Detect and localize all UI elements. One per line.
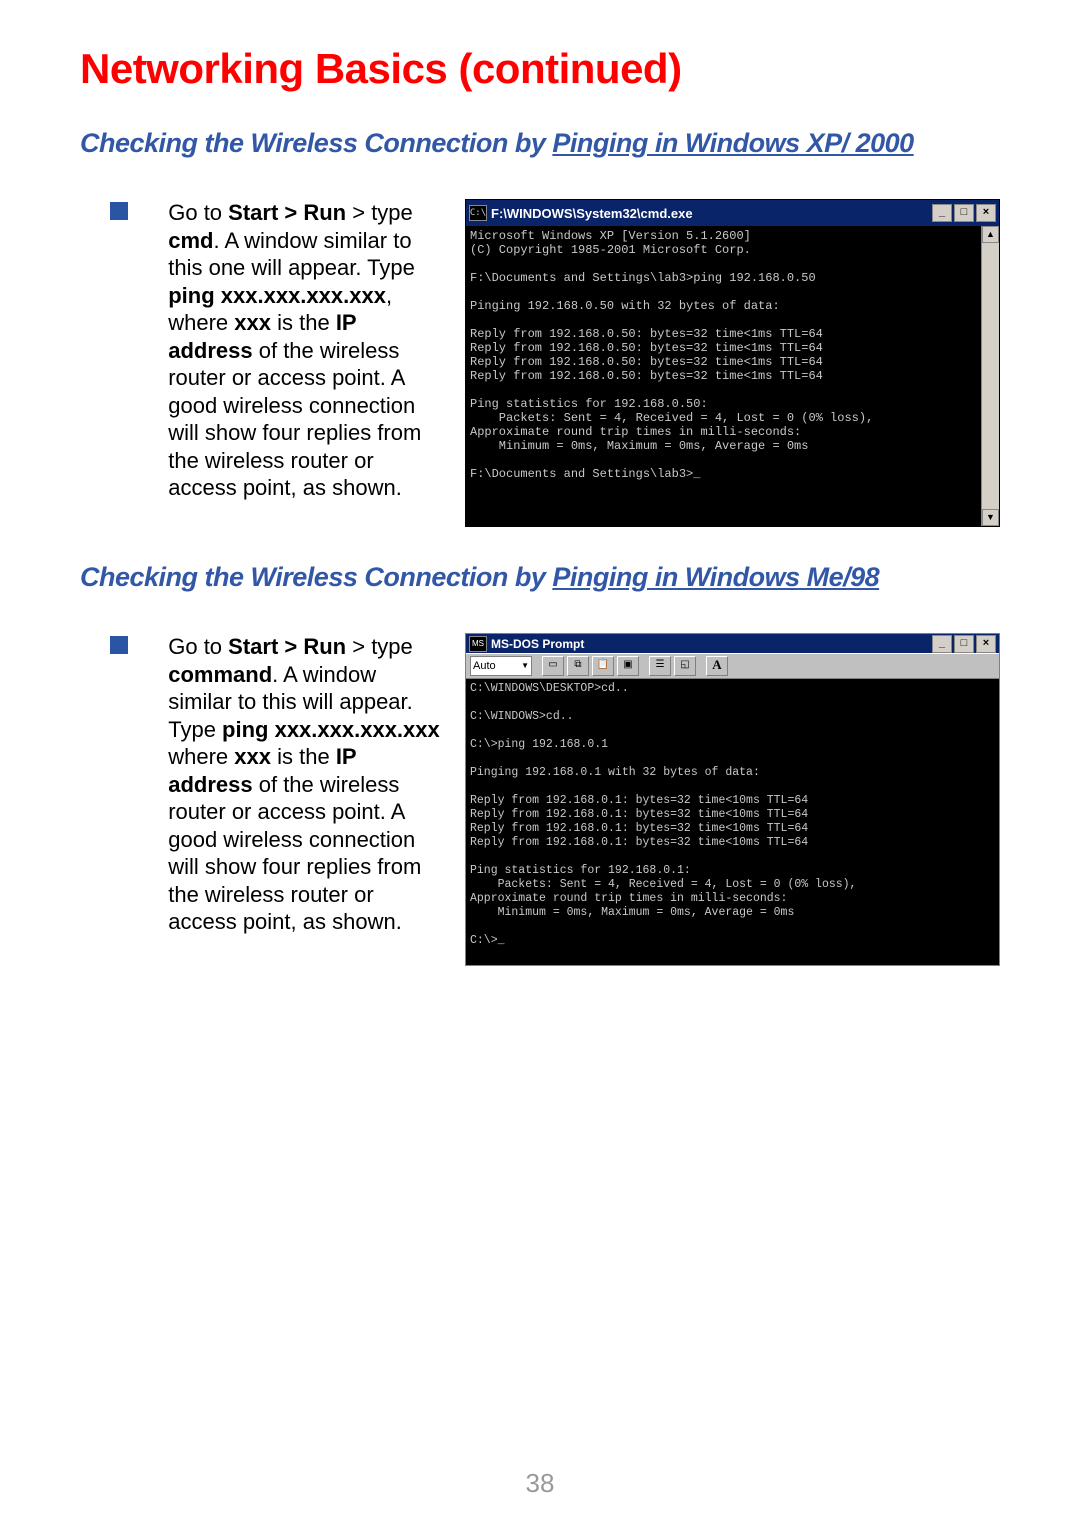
- scroll-up-button[interactable]: ▲: [982, 226, 999, 243]
- toolbar-paste-icon[interactable]: 📋: [592, 656, 614, 676]
- maximize-button[interactable]: □: [954, 635, 974, 653]
- dos-body: C:\WINDOWS\DESKTOP>cd.. C:\WINDOWS>cd.. …: [466, 679, 999, 965]
- cmd-titlebar: C:\ F:\WINDOWS\System32\cmd.exe _ □ ×: [466, 200, 999, 226]
- cmd-icon: C:\: [469, 205, 487, 221]
- toolbar-properties-icon[interactable]: ☰: [649, 656, 671, 676]
- page-title: Networking Basics (continued): [80, 45, 1000, 93]
- cmd-output: Microsoft Windows XP [Version 5.1.2600] …: [466, 226, 999, 540]
- close-button[interactable]: ×: [976, 635, 996, 653]
- bullet-icon: [110, 636, 128, 654]
- section1-heading: Checking the Wireless Connection by Ping…: [80, 128, 1000, 159]
- toolbar-background-icon[interactable]: ◱: [674, 656, 696, 676]
- scroll-down-button[interactable]: ▼: [982, 509, 999, 526]
- toolbar-fullscreen-icon[interactable]: ▣: [617, 656, 639, 676]
- toolbar-mark-icon[interactable]: ▭: [542, 656, 564, 676]
- section2-heading-pre: Checking the Wireless Connection by: [80, 562, 552, 592]
- section2-heading-ul: Pinging in Windows Me/98: [552, 562, 879, 592]
- cmd-title-text: F:\WINDOWS\System32\cmd.exe: [491, 206, 932, 221]
- bullet-icon: [110, 202, 128, 220]
- cmd-window: C:\ F:\WINDOWS\System32\cmd.exe _ □ × Mi…: [465, 199, 1000, 527]
- section1-heading-ul: Pinging in Windows XP/ 2000: [552, 128, 913, 158]
- minimize-button[interactable]: _: [932, 204, 952, 222]
- section2-body: Go to Start > Run > type command. A wind…: [168, 633, 440, 936]
- dos-font-select[interactable]: Auto▼: [470, 656, 532, 676]
- minimize-button[interactable]: _: [932, 635, 952, 653]
- section1: Go to Start > Run > type cmd. A window s…: [80, 199, 1000, 527]
- section1-heading-pre: Checking the Wireless Connection by: [80, 128, 552, 158]
- maximize-button[interactable]: □: [954, 204, 974, 222]
- toolbar-copy-icon[interactable]: ⧉: [567, 656, 589, 676]
- cmd-body: Microsoft Windows XP [Version 5.1.2600] …: [466, 226, 999, 526]
- scrollbar[interactable]: [981, 226, 999, 526]
- page-number: 38: [0, 1468, 1080, 1499]
- section2: Go to Start > Run > type command. A wind…: [80, 633, 1000, 966]
- dos-titlebar: MS MS-DOS Prompt _ □ ×: [466, 634, 999, 653]
- dos-title-text: MS-DOS Prompt: [491, 637, 932, 651]
- section1-body: Go to Start > Run > type cmd. A window s…: [168, 199, 440, 502]
- dos-window: MS MS-DOS Prompt _ □ × Auto▼ ▭ ⧉ 📋 ▣: [465, 633, 1000, 966]
- dos-output: C:\WINDOWS\DESKTOP>cd.. C:\WINDOWS>cd.. …: [466, 679, 999, 965]
- section2-heading: Checking the Wireless Connection by Ping…: [80, 562, 1000, 593]
- close-button[interactable]: ×: [976, 204, 996, 222]
- dos-toolbar: Auto▼ ▭ ⧉ 📋 ▣ ☰ ◱ A: [466, 653, 999, 679]
- toolbar-font-icon[interactable]: A: [706, 656, 728, 676]
- dos-icon: MS: [469, 636, 487, 652]
